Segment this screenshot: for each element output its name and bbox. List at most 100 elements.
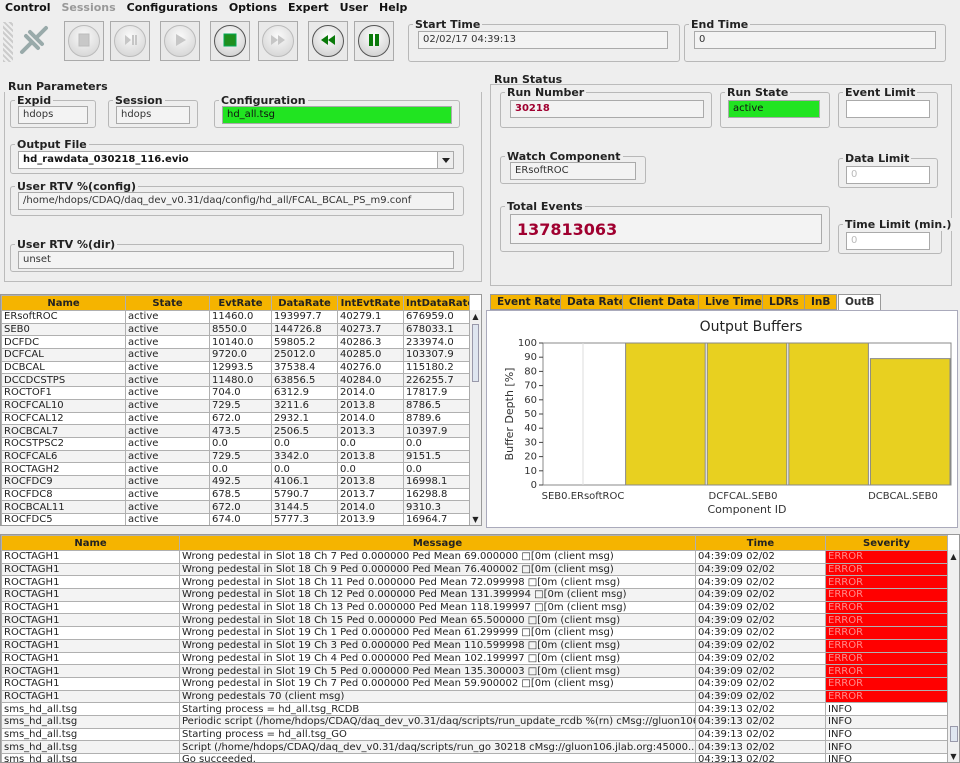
- table-row[interactable]: ROCTAGH1 Wrong pedestal in Slot 18 Ch 11 …: [1, 575, 948, 590]
- component-header-datarate[interactable]: DataRate: [271, 295, 338, 311]
- table-cell: sms_hd_all.tsg: [1, 714, 180, 729]
- table-cell: 2014.0: [337, 386, 404, 400]
- table-cell: 4106.1: [271, 474, 338, 489]
- menu-expert[interactable]: Expert: [283, 0, 335, 15]
- table-cell: 10140.0: [209, 335, 272, 350]
- connect-button[interactable]: [14, 21, 54, 61]
- table-row[interactable]: ROCFDC5 active 674.0 5777.3 2013.9 16964.7: [1, 513, 470, 525]
- tab-event-rate[interactable]: Event Rate: [490, 294, 569, 310]
- table-cell: 9310.3: [403, 500, 470, 514]
- table-cell: 729.5: [209, 398, 272, 413]
- fast-forward-button[interactable]: [258, 21, 298, 61]
- table-row[interactable]: ROCFDC8 active 678.5 5790.7 2013.7 16298.8: [1, 487, 470, 502]
- table-row[interactable]: ERsoftROC active 11460.0 193997.7 40279.1 676…: [1, 310, 470, 324]
- component-header-intevtrate[interactable]: IntEvtRate: [337, 295, 404, 311]
- scroll-down-icon[interactable]: ▼: [948, 750, 959, 762]
- tab-ldrs[interactable]: LDRs: [762, 294, 806, 310]
- tab-outb[interactable]: OutB: [838, 294, 882, 310]
- table-cell: 674.0: [209, 513, 272, 525]
- table-cell: active: [125, 348, 210, 362]
- menu-control[interactable]: Control: [0, 0, 56, 15]
- tab-live-time[interactable]: Live Time: [698, 294, 769, 310]
- table-row[interactable]: ROCBCAL11 active 672.0 3144.5 2014.0 9310.3: [1, 500, 470, 514]
- table-row[interactable]: ROCFCAL6 active 729.5 3342.0 2013.8 9151.5: [1, 449, 470, 464]
- table-row[interactable]: ROCTAGH1 Wrong pedestal in Slot 18 Ch 7 P…: [1, 550, 948, 564]
- tab-inb[interactable]: InB: [804, 294, 838, 310]
- table-cell: 8786.5: [403, 398, 470, 413]
- table-row[interactable]: ROCTAGH1 Wrong pedestal in Slot 19 Ch 7 P…: [1, 676, 948, 691]
- stop-button[interactable]: [210, 21, 250, 61]
- data-limit-input[interactable]: 0: [846, 166, 930, 184]
- menu-help[interactable]: Help: [374, 0, 413, 15]
- table-row[interactable]: sms_hd_all.tsg Script (/home/hdops/CDAQ/d…: [1, 740, 948, 754]
- table-row[interactable]: ROCTAGH1 Wrong pedestal in Slot 18 Ch 15 …: [1, 613, 948, 628]
- table-row[interactable]: DCFCAL active 9720.0 25012.0 40285.0 103307.9: [1, 348, 470, 362]
- table-row[interactable]: DCBCAL active 12993.5 37538.4 40276.0 115180.…: [1, 360, 470, 375]
- table-row[interactable]: ROCTAGH1 Wrong pedestal in Slot 18 Ch 13 …: [1, 600, 948, 615]
- output-file-select[interactable]: hd_rawdata_030218_116.evio: [18, 151, 454, 169]
- message-table-scrollbar[interactable]: ▲ ▼: [947, 550, 959, 762]
- table-cell: ROCFCAL12: [1, 411, 126, 426]
- table-row[interactable]: ROCTAGH1 Wrong pedestal in Slot 19 Ch 5 P…: [1, 664, 948, 678]
- table-cell: 2013.9: [337, 513, 404, 525]
- component-header-intdatarate[interactable]: IntDataRate: [403, 295, 470, 311]
- scroll-thumb[interactable]: [472, 324, 479, 382]
- table-cell: Wrong pedestal in Slot 18 Ch 9 Ped 0.000…: [179, 562, 696, 577]
- table-row[interactable]: ROCTAGH1 Wrong pedestal in Slot 19 Ch 4 P…: [1, 651, 948, 666]
- menu-configurations[interactable]: Configurations: [122, 0, 224, 15]
- table-cell: ROCBCAL11: [1, 500, 126, 514]
- menu-user[interactable]: User: [335, 0, 374, 15]
- table-row[interactable]: ROCFCAL10 active 729.5 3211.6 2013.8 8786.5: [1, 398, 470, 413]
- table-cell: Periodic script (/home/hdops/CDAQ/daq_de…: [179, 714, 696, 729]
- table-row[interactable]: SEB0 active 8550.0 144726.8 40273.7 678033.1: [1, 322, 470, 337]
- message-header-severity[interactable]: Severity: [825, 535, 948, 551]
- pause-button[interactable]: [354, 21, 394, 61]
- table-cell: Wrong pedestal in Slot 18 Ch 12 Ped 0.00…: [179, 588, 696, 602]
- message-header-name[interactable]: Name: [1, 535, 180, 551]
- table-row[interactable]: ROCSTPSC2 active 0.0 0.0 0.0 0.0: [1, 436, 470, 451]
- table-row[interactable]: sms_hd_all.tsg Periodic script (/home/hdo…: [1, 714, 948, 729]
- event-limit-input[interactable]: [846, 100, 930, 118]
- table-row[interactable]: sms_hd_all.tsg Starting process = hd_all.…: [1, 727, 948, 742]
- table-row[interactable]: ROCFDC9 active 492.5 4106.1 2013.8 16998.1: [1, 474, 470, 489]
- table-row[interactable]: ROCTAGH1 Wrong pedestal in Slot 19 Ch 1 P…: [1, 626, 948, 640]
- play-button[interactable]: [160, 21, 200, 61]
- chevron-down-icon[interactable]: [437, 152, 453, 168]
- table-row[interactable]: ROCTAGH1 Wrong pedestal in Slot 18 Ch 9 P…: [1, 562, 948, 577]
- scroll-thumb[interactable]: [950, 726, 958, 742]
- table-row[interactable]: sms_hd_all.tsg Go succeeded. 04:39:13 02/0…: [1, 753, 948, 762]
- component-header-evtrate[interactable]: EvtRate: [209, 295, 272, 311]
- scroll-up-icon[interactable]: ▲: [948, 550, 959, 562]
- configure-button[interactable]: [64, 21, 104, 61]
- time-limit-input[interactable]: 0: [846, 232, 930, 250]
- menu-options[interactable]: Options: [224, 0, 283, 15]
- table-row[interactable]: ROCTAGH1 Wrong pedestal in Slot 18 Ch 12 …: [1, 588, 948, 602]
- table-cell: ERROR: [825, 664, 948, 678]
- start-time-field: 02/02/17 04:39:13: [418, 31, 668, 49]
- component-header-state[interactable]: State: [125, 295, 210, 311]
- table-cell: 0.0: [337, 436, 404, 451]
- table-cell: ROCTAGH1: [1, 664, 180, 678]
- tab-client-data[interactable]: Client Data: [622, 294, 703, 310]
- table-row[interactable]: ROCFCAL12 active 672.0 2932.1 2014.0 8789.6: [1, 411, 470, 426]
- rewind-button[interactable]: [308, 21, 348, 61]
- scroll-down-icon[interactable]: ▼: [470, 513, 481, 525]
- component-table-scrollbar[interactable]: ▲ ▼: [469, 310, 481, 525]
- scroll-up-icon[interactable]: ▲: [470, 310, 481, 322]
- menu-bar: Control Sessions Configurations Options …: [0, 0, 960, 15]
- table-row[interactable]: ROCTAGH1 Wrong pedestal in Slot 19 Ch 3 P…: [1, 638, 948, 653]
- component-table: Name State EvtRate DataRate IntEvtRate IntDat…: [1, 295, 470, 525]
- table-cell: ROCTAGH1: [1, 638, 180, 653]
- message-header-time[interactable]: Time: [695, 535, 826, 551]
- menu-sessions[interactable]: Sessions: [56, 0, 121, 15]
- pause-step-button[interactable]: [110, 21, 150, 61]
- table-row[interactable]: sms_hd_all.tsg Starting process = hd_all.…: [1, 702, 948, 716]
- table-row[interactable]: DCCDCSTPS active 11480.0 63856.5 40284.0 2262…: [1, 373, 470, 388]
- message-header-message[interactable]: Message: [179, 535, 696, 551]
- table-row[interactable]: ROCTAGH2 active 0.0 0.0 0.0 0.0: [1, 462, 470, 476]
- component-header-name[interactable]: Name: [1, 295, 126, 311]
- table-row[interactable]: ROCTAGH1 Wrong pedestals 70 (client msg) 0…: [1, 689, 948, 704]
- table-row[interactable]: DCFDC active 10140.0 59805.2 40286.3 233974.0: [1, 335, 470, 350]
- table-row[interactable]: ROCBCAL7 active 473.5 2506.5 2013.3 10397.9: [1, 424, 470, 438]
- table-row[interactable]: ROCTOF1 active 704.0 6312.9 2014.0 17817.9: [1, 386, 470, 400]
